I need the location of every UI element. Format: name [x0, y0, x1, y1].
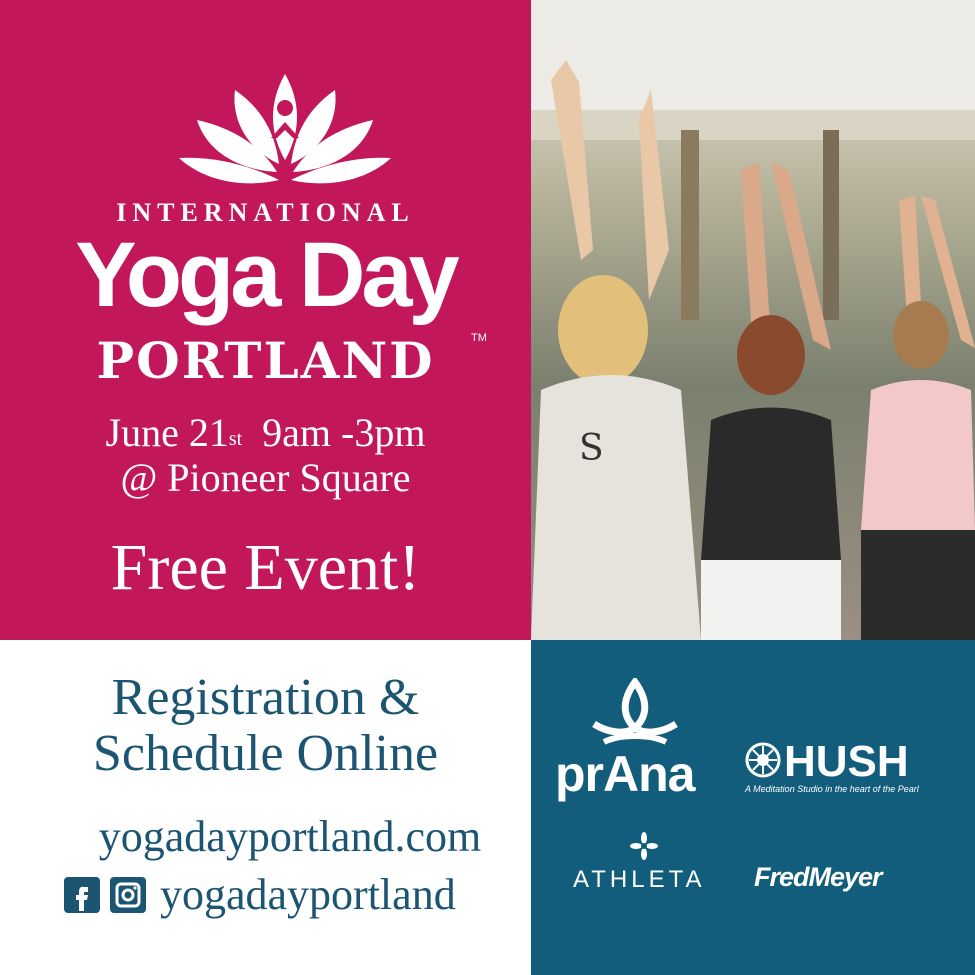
yoga-class-photo-illustration: S — [531, 0, 975, 640]
free-event-label: Free Event! — [110, 531, 421, 604]
event-date-suffix: st — [228, 428, 243, 450]
prana-logo-text: prAna — [555, 746, 695, 802]
registration-line-2: Schedule Online — [92, 725, 439, 782]
instagram-icon[interactable] — [110, 877, 146, 913]
registration-line-1: Registration & — [111, 669, 420, 726]
athleta-logo-text: ATHLETA — [573, 866, 706, 893]
event-title: Yoga Day — [75, 224, 459, 326]
social-handle[interactable]: yogadayportland — [160, 870, 456, 920]
social-row: yogadayportland — [64, 870, 456, 920]
fredmeyer-logo-text: FredMeyer — [754, 862, 883, 892]
event-date: June 21 — [105, 410, 229, 455]
event-location: @ Pioneer Square — [120, 455, 411, 500]
hush-logo-text: HUSH — [784, 737, 909, 786]
prana-logo-icon — [592, 678, 678, 745]
lotus-logo-icon — [179, 74, 391, 184]
event-time: 9am -3pm — [262, 410, 426, 455]
hush-mandala-icon — [745, 742, 781, 778]
svg-text:S: S — [579, 428, 604, 469]
facebook-icon[interactable] — [64, 877, 100, 913]
event-date-time: June 21st 9am -3pm — [0, 410, 531, 456]
yoga-photo: S — [531, 0, 975, 640]
hush-tagline: A Meditation Studio in the heart of the … — [745, 784, 919, 794]
registration-heading: Registration & Schedule Online — [0, 670, 531, 782]
event-panel: INTERNATIONAL Yoga Day TM PORTLAND June … — [0, 0, 531, 640]
website-link[interactable]: yogadayportland.com — [0, 812, 580, 862]
athleta-flower-icon — [630, 832, 658, 860]
event-city: PORTLAND — [96, 331, 435, 390]
